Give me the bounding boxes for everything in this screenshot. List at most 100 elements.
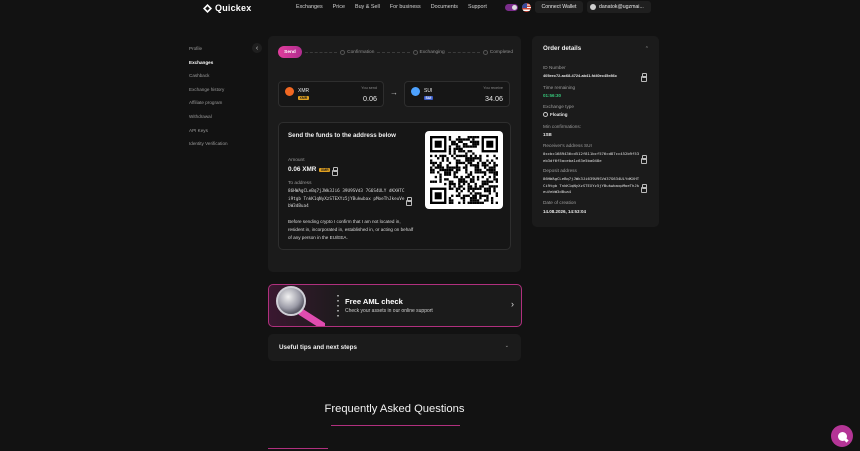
qr-module bbox=[455, 159, 459, 162]
qr-module bbox=[455, 171, 459, 174]
qr-module bbox=[493, 185, 496, 188]
qr-module bbox=[495, 192, 498, 195]
qr-module bbox=[486, 164, 489, 167]
copy-receiver-icon[interactable] bbox=[641, 155, 647, 164]
sidebar-item-affiliate-program[interactable]: Affiliate program bbox=[189, 98, 228, 112]
qr-module bbox=[434, 166, 438, 169]
logo[interactable]: Quickex bbox=[203, 3, 251, 13]
tips-accordion[interactable]: Useful tips and next steps ⌄ bbox=[268, 334, 521, 361]
copy-deposit-icon[interactable] bbox=[641, 184, 647, 193]
qr-module bbox=[448, 161, 452, 165]
qr-module bbox=[467, 157, 470, 160]
qr-module bbox=[465, 145, 468, 148]
sui-coin-icon bbox=[411, 87, 420, 96]
nav-for-business[interactable]: For business bbox=[390, 4, 421, 10]
qr-module bbox=[467, 173, 470, 176]
send-amount: 0.06 bbox=[363, 94, 377, 103]
receive-coin-box: SUI SUI You receive 34.06 bbox=[404, 81, 510, 107]
qr-module bbox=[451, 154, 454, 158]
qr-module bbox=[479, 192, 482, 195]
qr-module bbox=[465, 154, 468, 158]
nav-buy-sell[interactable]: Buy & Sell bbox=[355, 4, 380, 10]
connect-wallet-button[interactable]: Connect Wallet bbox=[535, 1, 583, 13]
id-value: 405eec72-ac68-4724-ab41-fd40ec45e86c bbox=[543, 73, 617, 78]
qr-module bbox=[490, 159, 494, 162]
qr-module bbox=[453, 173, 456, 176]
qr-module bbox=[479, 187, 482, 190]
nav-price[interactable]: Price bbox=[333, 4, 345, 10]
qr-module bbox=[476, 201, 480, 204]
sidebar-item-exchange-history[interactable]: Exchange history bbox=[189, 85, 228, 99]
receive-network-badge: SUI bbox=[424, 96, 433, 100]
qr-module bbox=[490, 171, 494, 174]
chevron-up-icon[interactable]: ⌃ bbox=[645, 46, 649, 52]
sidebar-item-profile[interactable]: Profile bbox=[189, 44, 228, 58]
qr-module bbox=[469, 180, 473, 183]
theme-toggle[interactable] bbox=[505, 4, 518, 11]
user-menu[interactable]: danatok@ugzmai... bbox=[587, 1, 651, 13]
qr-module bbox=[483, 173, 487, 176]
qr-module bbox=[448, 182, 452, 186]
copy-amount-icon[interactable] bbox=[332, 167, 339, 176]
aml-check-banner[interactable]: Free AML check Check your assets in our … bbox=[268, 284, 522, 327]
qr-module bbox=[472, 175, 475, 179]
qr-module bbox=[462, 196, 466, 200]
nav-support[interactable]: Support bbox=[468, 4, 487, 10]
order-details-card: Order details ⌃ ID Number 405eec72-ac68-… bbox=[532, 36, 659, 227]
qr-module bbox=[439, 154, 442, 158]
qr-module bbox=[474, 157, 477, 160]
qr-module bbox=[430, 168, 433, 172]
qr-module bbox=[476, 166, 480, 169]
step-divider bbox=[447, 51, 480, 53]
qr-module bbox=[460, 161, 463, 165]
confirmations-value: 1SB bbox=[543, 132, 552, 137]
qr-module bbox=[462, 150, 466, 153]
qr-module bbox=[441, 159, 445, 162]
qr-module bbox=[455, 154, 459, 158]
qr-module bbox=[472, 201, 475, 204]
sidebar-item-identity-verification[interactable]: Identity Verification bbox=[189, 139, 228, 153]
step-dot-icon bbox=[340, 49, 346, 55]
floating-rate-icon bbox=[543, 112, 548, 118]
language-flag-icon[interactable] bbox=[522, 3, 531, 12]
qr-module bbox=[453, 150, 456, 153]
qr-module bbox=[476, 171, 480, 174]
copy-address-icon[interactable] bbox=[406, 197, 412, 206]
send-funds-box: Send the funds to the address below Amou… bbox=[278, 122, 511, 250]
qr-module bbox=[441, 166, 445, 169]
qr-module bbox=[490, 185, 494, 188]
qr-module bbox=[444, 154, 447, 158]
exchange-type-label: Exchange type bbox=[543, 104, 575, 109]
qr-module bbox=[488, 192, 491, 195]
sidebar-item-api-keys[interactable]: API Keys bbox=[189, 126, 228, 140]
qr-module bbox=[460, 154, 463, 158]
copy-id-icon[interactable] bbox=[641, 73, 647, 82]
qr-module bbox=[465, 164, 468, 167]
qr-module bbox=[493, 173, 496, 176]
qr-module bbox=[462, 138, 466, 141]
nav-documents[interactable]: Documents bbox=[431, 4, 458, 10]
qr-module bbox=[476, 168, 480, 172]
qr-module bbox=[479, 185, 482, 188]
qr-module bbox=[493, 166, 496, 169]
sidebar-item-exchanges[interactable]: Exchanges bbox=[189, 58, 228, 72]
qr-module bbox=[467, 185, 470, 188]
qr-module bbox=[453, 140, 456, 144]
qr-module bbox=[490, 196, 494, 200]
qr-module bbox=[479, 157, 482, 160]
sidebar-item-cashback[interactable]: Cashback bbox=[189, 71, 228, 85]
qr-module bbox=[434, 180, 438, 183]
sidebar-item-withdrawal[interactable]: Withdrawal bbox=[189, 112, 228, 126]
qr-module bbox=[474, 140, 477, 144]
qr-module bbox=[448, 173, 452, 176]
collapse-sidebar-button[interactable]: ‹ bbox=[252, 43, 262, 53]
qr-module bbox=[460, 138, 463, 141]
qr-code bbox=[425, 131, 503, 209]
qr-module bbox=[474, 182, 477, 186]
support-chat-button[interactable] bbox=[831, 425, 853, 447]
monero-coin-icon bbox=[285, 87, 294, 96]
nav-exchanges[interactable]: Exchanges bbox=[296, 4, 323, 10]
date-label: Date of creation bbox=[543, 200, 577, 205]
qr-module bbox=[490, 201, 494, 204]
qr-module bbox=[462, 182, 466, 186]
